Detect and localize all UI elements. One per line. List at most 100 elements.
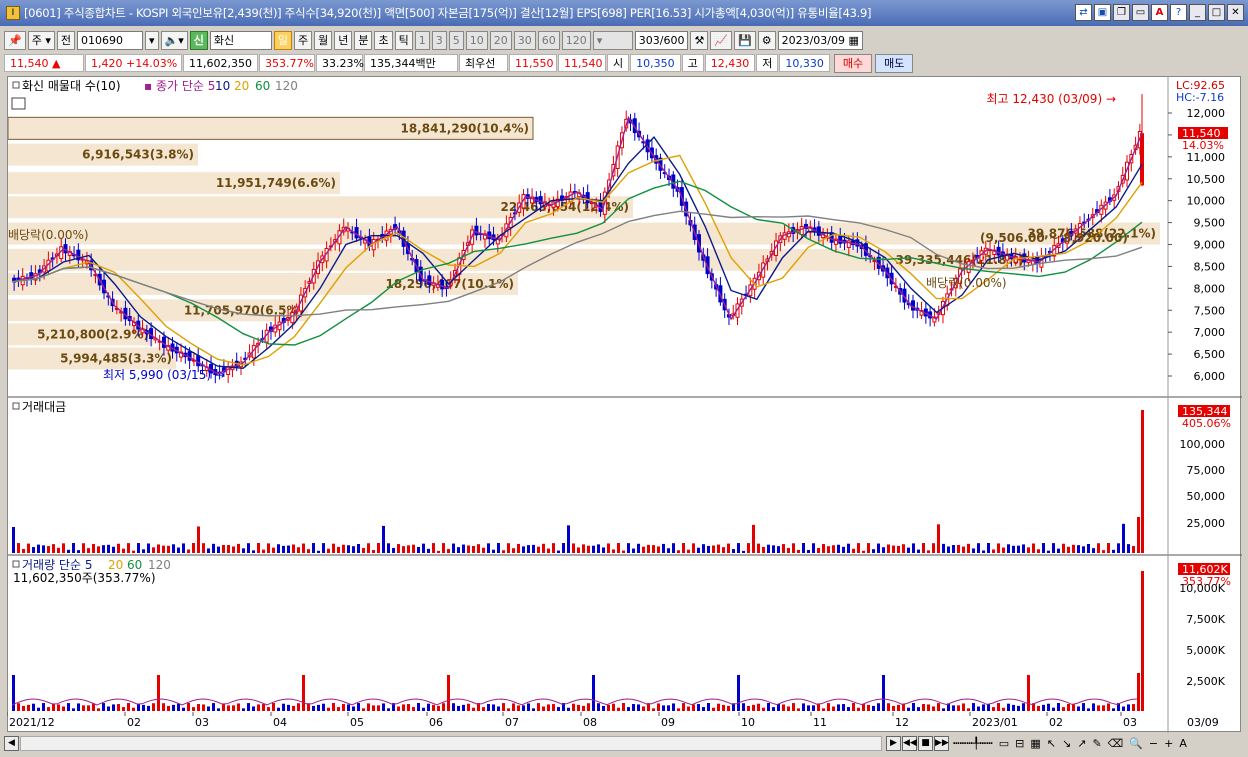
volume-bar	[552, 704, 555, 711]
interval-60[interactable]: 60	[537, 31, 560, 50]
amount-bar	[1002, 547, 1005, 553]
volume-bar	[757, 703, 760, 711]
candle	[568, 191, 573, 202]
volume-bar	[1122, 706, 1125, 711]
market-select[interactable]: 주 ▾	[27, 31, 55, 50]
amount-bar	[752, 524, 755, 553]
period-week[interactable]: 주	[293, 31, 313, 50]
volume-bar	[1087, 708, 1090, 711]
amount: 135,344백만	[364, 54, 458, 72]
code-input[interactable]: 010690	[76, 31, 143, 50]
amount-bar	[412, 544, 415, 553]
amount-bar	[252, 550, 255, 553]
zoom-out-button[interactable]: −	[1149, 737, 1158, 750]
period-month[interactable]: 월	[314, 31, 333, 50]
pin-icon[interactable]: 📌	[4, 31, 26, 50]
volume-bar	[452, 703, 455, 711]
interval-120[interactable]: 120	[561, 31, 591, 50]
forward-button[interactable]: ▶▶	[934, 735, 949, 751]
scroll-bar: ◀ ▶ ◀◀ ■ ▶▶ ┅┅┅╀┅┅ ▭ ⊟ ▦ ↖ ↘ ↗ ✎ ⌫ 🔍 − +…	[0, 733, 1248, 753]
settings-icon[interactable]: ⚙	[757, 31, 776, 50]
layout-icon[interactable]: ▭	[999, 737, 1009, 750]
volume-bar	[702, 707, 705, 711]
scroll-left-button[interactable]: ◀	[4, 735, 19, 751]
price-tick-label: 7,500	[1194, 304, 1226, 317]
interval-3[interactable]: 3	[431, 31, 447, 50]
trend-icon[interactable]: ↗	[1077, 737, 1086, 750]
amount-bar	[477, 544, 480, 553]
period-year[interactable]: 년	[334, 31, 353, 50]
stop-button[interactable]: ■	[918, 735, 933, 751]
prev-button[interactable]: 전	[56, 31, 75, 50]
interval-1[interactable]: 1	[414, 31, 430, 50]
window-icon[interactable]: ▣	[1094, 4, 1111, 21]
period-day[interactable]: 일	[273, 31, 292, 50]
amount-bar	[567, 525, 570, 553]
amount-bar	[867, 543, 870, 553]
link-icon[interactable]: ⇄	[1075, 4, 1092, 21]
period-second[interactable]: 초	[374, 31, 393, 50]
monitor-icon[interactable]: ▭	[1132, 4, 1149, 21]
amount-bar	[652, 545, 655, 553]
interval-20[interactable]: 20	[489, 31, 512, 50]
volume-bar	[492, 704, 495, 711]
speaker-icon[interactable]: 🔈▾	[160, 31, 188, 50]
interval-10[interactable]: 10	[465, 31, 488, 50]
volume-bar	[142, 704, 145, 711]
rewind-button[interactable]: ◀◀	[902, 735, 917, 751]
close-button[interactable]: ✕	[1227, 4, 1244, 21]
font-size-button[interactable]: A	[1179, 737, 1187, 750]
scroll-right-button[interactable]: ▶	[886, 735, 901, 751]
volume-bar	[1047, 703, 1050, 711]
period-minute[interactable]: 분	[354, 31, 373, 50]
x-axis-label: 07	[505, 716, 519, 729]
count-input[interactable]: 303/600	[634, 31, 689, 50]
candle	[187, 351, 192, 361]
font-icon[interactable]: A	[1151, 4, 1168, 21]
cursor-icon[interactable]: ↖	[1047, 737, 1056, 750]
zoom-in-button[interactable]: +	[1164, 737, 1173, 750]
zoom-slider[interactable]: ┅┅┅╀┅┅	[953, 737, 993, 750]
volume-bar	[872, 705, 875, 711]
chart-icon[interactable]: 📈	[710, 31, 733, 50]
split-icon[interactable]: ⊟	[1015, 737, 1024, 750]
interval-5[interactable]: 5	[448, 31, 464, 50]
restore-icon[interactable]: ❐	[1113, 4, 1130, 21]
sell-button[interactable]: 매도	[875, 53, 914, 73]
price-tick-label: 10,500	[1187, 173, 1226, 186]
save-icon[interactable]: 💾	[734, 31, 756, 50]
tool-icon[interactable]: ⚒	[690, 31, 709, 50]
interval-custom[interactable]: ▾	[592, 31, 633, 50]
amount-bar	[197, 526, 200, 553]
volume-bar	[797, 708, 800, 711]
eraser-icon[interactable]: ⌫	[1108, 737, 1124, 750]
maximize-button[interactable]: □	[1208, 4, 1225, 21]
volume-bar	[832, 706, 835, 711]
period-tick[interactable]: 틱	[394, 31, 413, 50]
amount-bar	[907, 547, 910, 553]
chart-area[interactable]: 18,841,290(10.4%) 6,916,543(3.8%) 11,951,7…	[7, 76, 1242, 733]
amount-bar	[902, 544, 905, 553]
scroll-track[interactable]	[20, 735, 882, 751]
date-input[interactable]: 2023/03/09 ▦	[777, 31, 863, 50]
search-icon[interactable]: ▾	[144, 31, 159, 50]
brush-icon[interactable]: ✎	[1092, 737, 1101, 750]
amount-bar	[987, 543, 990, 553]
volume-bar	[472, 707, 475, 711]
amount-bar	[287, 545, 290, 553]
interval-30[interactable]: 30	[513, 31, 536, 50]
minimize-button[interactable]: _	[1189, 4, 1206, 21]
buy-button[interactable]: 매수	[833, 53, 873, 73]
volume-bar	[977, 706, 980, 711]
zoom-icon[interactable]: 🔍	[1129, 737, 1143, 750]
volume-bar	[922, 704, 925, 711]
candle	[538, 196, 543, 205]
amount-bar	[1097, 543, 1100, 553]
ex-dividend-annotation: 배당락(0.00%)	[926, 276, 1007, 290]
amount-bar	[157, 544, 160, 553]
volume-bar	[92, 703, 95, 711]
amount-bar	[952, 545, 955, 553]
line-icon[interactable]: ↘	[1062, 737, 1071, 750]
help-icon[interactable]: ?	[1170, 4, 1187, 21]
grid-icon[interactable]: ▦	[1030, 737, 1040, 750]
